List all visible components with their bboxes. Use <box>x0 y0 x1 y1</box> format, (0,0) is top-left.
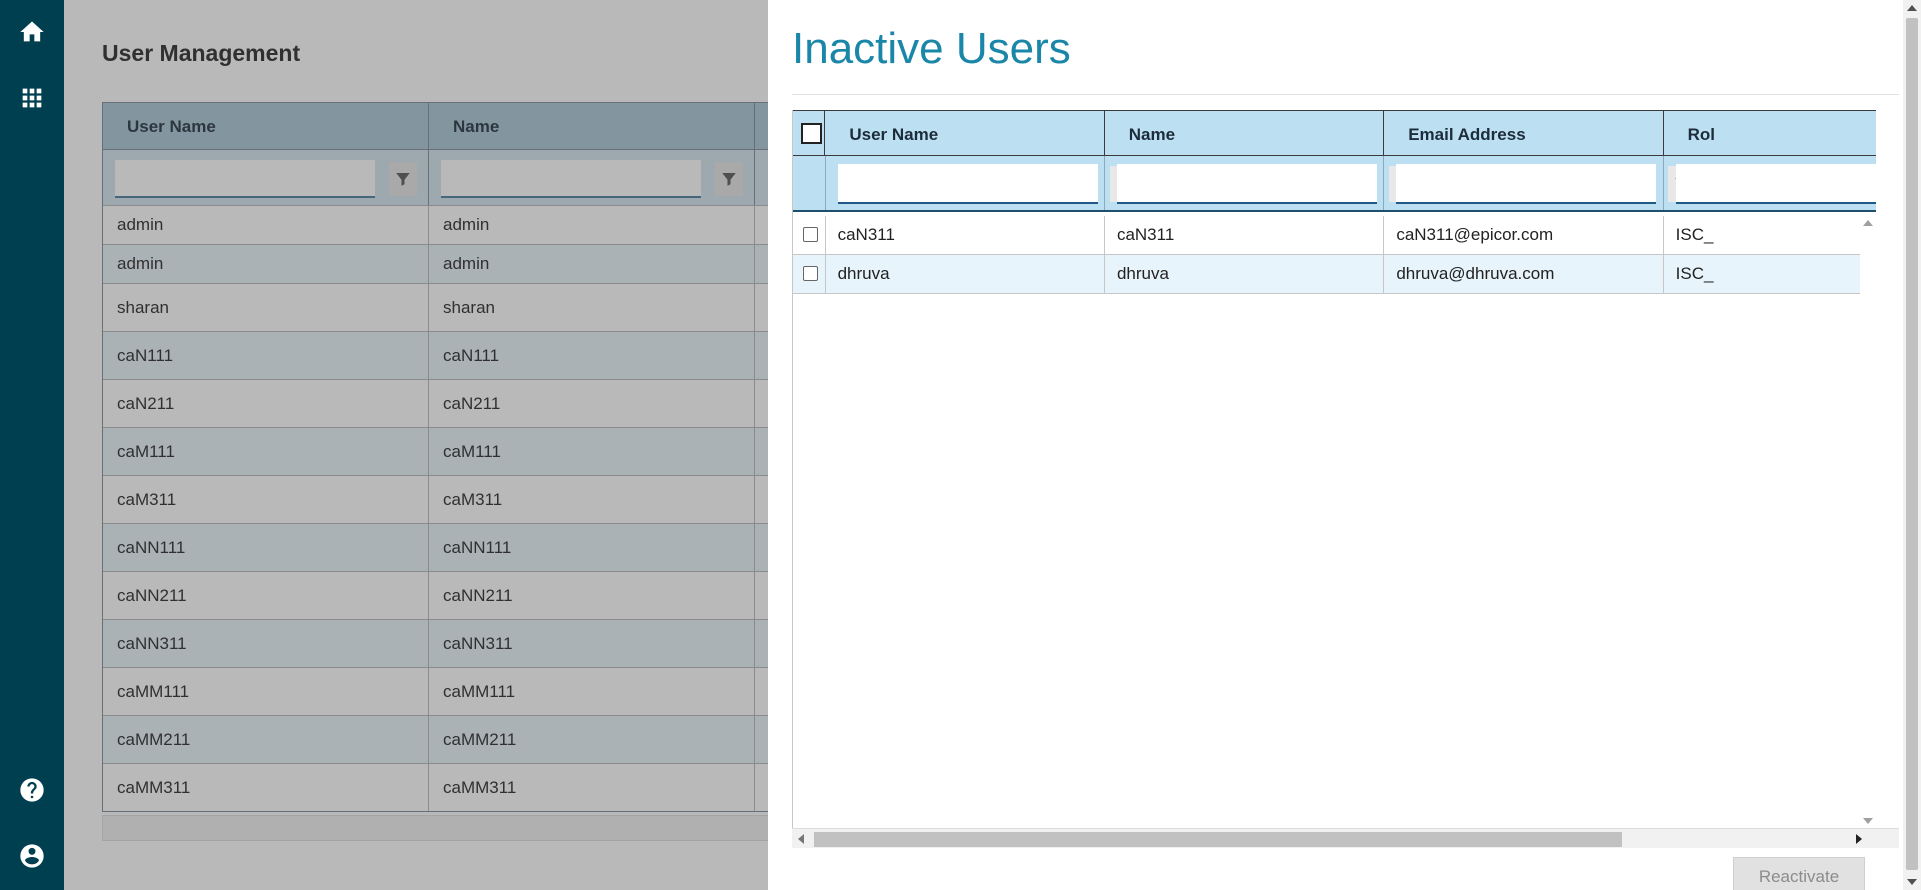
left-nav-rail <box>0 0 64 890</box>
select-all-checkbox[interactable] <box>801 123 822 144</box>
column-header-role[interactable]: Rol <box>1664 111 1876 155</box>
vertical-scrollbar[interactable] <box>1860 216 1877 828</box>
horizontal-scrollbar[interactable] <box>792 828 1899 848</box>
inactive-users-dialog: Inactive Users User Name Name Email Addr… <box>768 0 1921 890</box>
user-name-filter-input[interactable] <box>837 164 1098 204</box>
table-row[interactable]: dhruva dhruva dhruva@dhruva.com ISC_ <box>793 255 1876 294</box>
role-filter-input[interactable] <box>1675 164 1876 204</box>
scroll-up-arrow-icon[interactable] <box>1907 5 1917 11</box>
table-row[interactable]: caN311 caN311 caN311@epicor.com ISC_ <box>793 216 1876 255</box>
help-icon[interactable] <box>16 774 48 806</box>
reactivate-button[interactable]: Reactivate <box>1733 857 1865 890</box>
grid-header: User Name Name Email Address Rol <box>793 110 1876 156</box>
name-filter-input[interactable] <box>1117 164 1378 204</box>
divider <box>792 94 1899 95</box>
grid-filter-row <box>793 156 1876 212</box>
home-icon[interactable] <box>16 16 48 48</box>
scroll-left-arrow-icon[interactable] <box>798 834 804 844</box>
scroll-down-arrow-icon[interactable] <box>1863 818 1873 824</box>
email-filter-input[interactable] <box>1396 164 1657 204</box>
dialog-title: Inactive Users <box>792 24 1071 73</box>
row-checkbox[interactable] <box>803 266 818 281</box>
column-header-email-address[interactable]: Email Address <box>1384 111 1664 155</box>
row-checkbox[interactable] <box>803 227 818 242</box>
horizontal-scroll-thumb[interactable] <box>814 832 1622 847</box>
grid-body: caN311 caN311 caN311@epicor.com ISC_ dhr… <box>793 216 1876 294</box>
inactive-users-grid: User Name Name Email Address Rol caN311 … <box>792 110 1876 848</box>
scroll-down-arrow-icon[interactable] <box>1907 879 1917 885</box>
account-icon[interactable] <box>16 840 48 872</box>
page-scrollbar[interactable] <box>1903 0 1921 890</box>
scroll-up-arrow-icon[interactable] <box>1863 220 1873 226</box>
column-header-user-name[interactable]: User Name <box>825 111 1105 155</box>
apps-grid-icon[interactable] <box>16 82 48 114</box>
page-scroll-thumb[interactable] <box>1906 18 1918 870</box>
scroll-right-arrow-icon[interactable] <box>1856 834 1862 844</box>
column-header-name[interactable]: Name <box>1105 111 1385 155</box>
